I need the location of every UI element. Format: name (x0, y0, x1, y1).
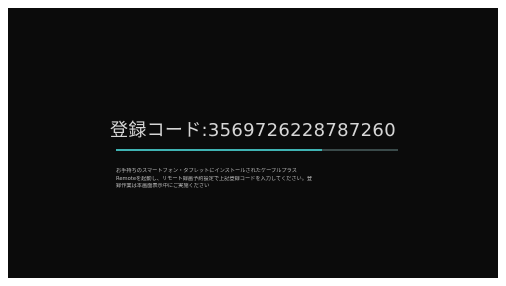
registration-code-heading: 登録コード:3569726228787260 (8, 116, 498, 142)
instructions-text: お手持ちのスマートフォン・タブレットにインストールされたケーブルプラス Remo… (116, 168, 406, 191)
instructions-line-3: 録作業は本画面表示中にご実施ください (116, 183, 210, 189)
registration-code-label: 登録コード (110, 120, 202, 141)
instructions-line-1: お手持ちのスマートフォン・タブレットにインストールされたケーブルプラス (116, 168, 297, 174)
progress-bar (116, 149, 398, 151)
tv-screen: 登録コード:3569726228787260 お手持ちのスマートフォン・タブレッ… (8, 8, 498, 278)
registration-code-value: 3569726228787260 (207, 120, 396, 141)
progress-bar-fill (116, 149, 322, 151)
instructions-line-2: Remoteを起動し、リモート録画予約設定で上記登録コードを入力してください。登 (116, 175, 313, 182)
